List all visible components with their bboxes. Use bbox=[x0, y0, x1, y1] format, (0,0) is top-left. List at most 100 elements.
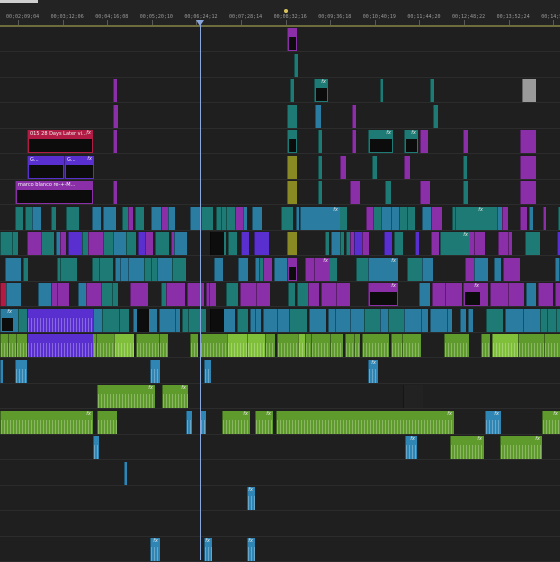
video-clip[interactable] bbox=[201, 206, 213, 230]
video-clip[interactable] bbox=[318, 181, 322, 204]
video-clip[interactable] bbox=[502, 206, 508, 230]
video-clip[interactable] bbox=[263, 308, 277, 332]
video-clip[interactable]: fx bbox=[368, 283, 398, 306]
video-clip[interactable] bbox=[318, 130, 322, 153]
video-clip[interactable]: fx bbox=[485, 410, 501, 434]
video-clip[interactable] bbox=[23, 257, 28, 281]
video-clip[interactable] bbox=[148, 308, 157, 332]
video-clip[interactable] bbox=[289, 308, 307, 332]
video-clip[interactable] bbox=[556, 308, 560, 332]
video-clip[interactable] bbox=[97, 410, 117, 434]
video-clip[interactable] bbox=[281, 206, 293, 230]
video-clip[interactable]: fx bbox=[404, 130, 418, 153]
video-clip[interactable] bbox=[525, 232, 540, 255]
video-clip[interactable] bbox=[254, 232, 269, 255]
video-clip[interactable] bbox=[523, 308, 540, 332]
video-clip[interactable] bbox=[354, 334, 360, 357]
video-clip[interactable] bbox=[321, 283, 336, 306]
video-clip[interactable] bbox=[255, 308, 261, 332]
video-clip[interactable] bbox=[329, 257, 337, 281]
video-clip[interactable] bbox=[96, 334, 114, 357]
video-clip[interactable] bbox=[373, 206, 381, 230]
video-clip[interactable] bbox=[287, 104, 297, 128]
video-clip[interactable] bbox=[113, 181, 117, 204]
video-clip[interactable] bbox=[402, 334, 421, 357]
video-clip[interactable] bbox=[172, 257, 186, 281]
video-clip[interactable] bbox=[287, 257, 297, 281]
video-clip[interactable] bbox=[391, 334, 402, 357]
video-clip[interactable] bbox=[227, 334, 247, 357]
video-clip[interactable] bbox=[463, 155, 467, 179]
video-clip[interactable] bbox=[119, 308, 129, 332]
video-clip[interactable] bbox=[238, 257, 248, 281]
video-clip[interactable]: fx bbox=[463, 283, 481, 306]
video-clip[interactable] bbox=[0, 232, 12, 255]
video-clip[interactable] bbox=[407, 206, 415, 230]
video-clip[interactable] bbox=[150, 359, 160, 383]
video-clip[interactable] bbox=[120, 257, 128, 281]
video-clip[interactable] bbox=[263, 257, 272, 281]
video-clip[interactable] bbox=[15, 206, 23, 230]
video-clip[interactable] bbox=[431, 206, 442, 230]
video-clip[interactable] bbox=[113, 130, 117, 153]
video-clip[interactable]: fx bbox=[314, 257, 330, 281]
video-clip[interactable] bbox=[288, 283, 295, 306]
video-clip[interactable] bbox=[103, 232, 113, 255]
video-clip[interactable]: fx bbox=[368, 359, 378, 383]
video-clip[interactable] bbox=[325, 232, 329, 255]
video-clip[interactable] bbox=[92, 257, 99, 281]
video-clip[interactable]: fx bbox=[314, 79, 328, 102]
video-clip[interactable] bbox=[27, 334, 93, 357]
video-clip[interactable] bbox=[433, 104, 438, 128]
video-clip[interactable] bbox=[155, 232, 169, 255]
video-clip[interactable] bbox=[404, 308, 421, 332]
video-clip[interactable] bbox=[66, 206, 79, 230]
audio-clip[interactable] bbox=[403, 385, 423, 408]
video-clip[interactable] bbox=[328, 308, 335, 332]
video-clip[interactable] bbox=[186, 410, 192, 434]
video-clip[interactable] bbox=[124, 461, 127, 485]
video-clip[interactable] bbox=[287, 181, 297, 204]
video-clip[interactable] bbox=[200, 334, 227, 357]
video-clip[interactable] bbox=[484, 206, 497, 230]
video-clip[interactable] bbox=[340, 155, 346, 179]
video-clip[interactable] bbox=[522, 79, 536, 102]
video-clip[interactable] bbox=[345, 334, 354, 357]
video-clip[interactable] bbox=[5, 257, 21, 281]
video-clip[interactable] bbox=[187, 283, 204, 306]
video-clip[interactable] bbox=[226, 206, 235, 230]
video-clip[interactable]: fx bbox=[450, 436, 484, 459]
video-clip[interactable] bbox=[474, 232, 485, 255]
video-clip[interactable] bbox=[0, 334, 8, 357]
video-clip[interactable] bbox=[520, 155, 536, 179]
video-clip[interactable] bbox=[130, 283, 148, 306]
video-clip[interactable] bbox=[415, 232, 419, 255]
video-clip[interactable] bbox=[447, 308, 452, 332]
video-clip[interactable] bbox=[445, 283, 462, 306]
work-area-bar[interactable] bbox=[0, 0, 38, 3]
video-clip[interactable] bbox=[287, 232, 297, 255]
video-clip[interactable] bbox=[505, 308, 523, 332]
video-clip[interactable]: fx bbox=[405, 436, 417, 459]
video-clip[interactable] bbox=[174, 232, 187, 255]
video-clip[interactable] bbox=[315, 104, 321, 128]
video-clip[interactable] bbox=[526, 283, 536, 306]
video-clip[interactable]: fx bbox=[440, 232, 470, 255]
video-clip[interactable] bbox=[27, 308, 93, 332]
video-clip[interactable] bbox=[318, 155, 322, 179]
video-clip[interactable] bbox=[175, 308, 180, 332]
video-clip[interactable] bbox=[277, 334, 298, 357]
video-clip[interactable]: fx bbox=[276, 410, 454, 434]
video-clip[interactable] bbox=[145, 232, 153, 255]
video-clip[interactable] bbox=[128, 206, 133, 230]
video-clip[interactable] bbox=[356, 257, 368, 281]
video-clip[interactable]: fx bbox=[542, 410, 560, 434]
video-clip[interactable]: fx bbox=[500, 436, 542, 459]
video-clip[interactable] bbox=[520, 181, 536, 204]
video-clip[interactable] bbox=[15, 359, 27, 383]
video-clip[interactable] bbox=[102, 308, 119, 332]
video-clip[interactable] bbox=[388, 308, 404, 332]
video-clip[interactable] bbox=[287, 130, 297, 153]
video-clip[interactable] bbox=[256, 283, 270, 306]
video-clip[interactable] bbox=[543, 206, 546, 230]
